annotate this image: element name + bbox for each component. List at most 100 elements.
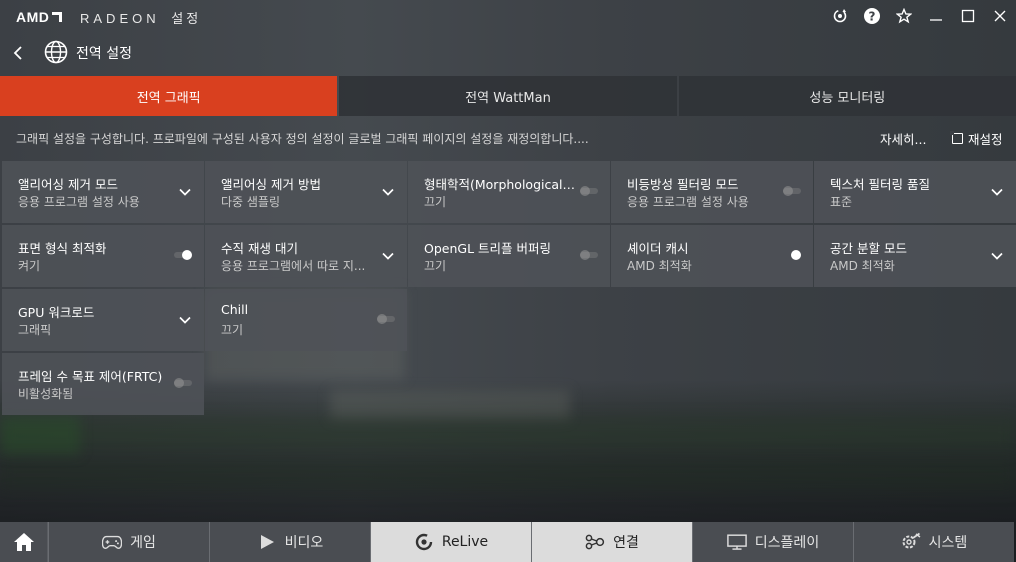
setting-label: 수직 재생 대기 <box>221 241 298 256</box>
toggle-switch[interactable] <box>174 378 192 388</box>
setting-value: 다중 샘플링 <box>221 195 281 209</box>
setting-label: 텍스처 필터링 품질 <box>830 177 930 192</box>
chevron-down-icon <box>991 188 1003 196</box>
setting-texture-filtering-quality[interactable]: 텍스처 필터링 품질 표준 <box>814 161 1016 223</box>
toggle-switch[interactable] <box>580 186 598 196</box>
nav-games[interactable]: 게임 <box>48 522 209 562</box>
gamepad-icon <box>102 533 123 551</box>
nav-label: 시스템 <box>928 535 968 551</box>
description-text: 그래픽 설정을 구성합니다. 프로파일에 구성된 사용자 정의 설정이 글로벌 … <box>16 132 589 146</box>
reset-icon <box>950 131 963 144</box>
reset-button[interactable]: 재설정 <box>950 129 1003 148</box>
page-header: 전역 설정 <box>0 36 1016 70</box>
chevron-left-icon <box>13 46 22 60</box>
home-icon <box>13 533 34 551</box>
minimize-icon[interactable] <box>920 0 952 32</box>
svg-text:?: ? <box>869 10 876 24</box>
setting-label: 비등방성 필터링 모드 <box>627 177 739 192</box>
toggle-switch[interactable] <box>580 250 598 260</box>
update-icon[interactable] <box>824 0 856 32</box>
setting-label: 표면 형식 최적화 <box>18 241 107 256</box>
setting-surface-format-optimization[interactable]: 표면 형식 최적화 켜기 <box>2 225 204 287</box>
setting-antialiasing-mode[interactable]: 앨리어싱 제거 모드 응용 프로그램 설정 사용 <box>2 161 204 223</box>
nav-relive[interactable]: ReLive <box>370 522 531 562</box>
maximize-icon[interactable] <box>952 0 984 32</box>
nav-label: 디스플레이 <box>754 535 820 551</box>
setting-value: AMD 최적화 <box>830 259 895 273</box>
setting-label: 셰이더 캐시 <box>627 241 689 256</box>
close-icon[interactable] <box>984 0 1016 32</box>
connect-icon <box>585 533 605 551</box>
setting-value: 비활성화됨 <box>18 387 74 401</box>
tab-global-graphics[interactable]: 전역 그래픽 <box>0 76 338 116</box>
relive-icon <box>414 533 434 551</box>
nav-connect[interactable]: 연결 <box>531 522 692 562</box>
setting-gpu-workload[interactable]: GPU 워크로드 그래픽 <box>2 289 204 351</box>
more-link[interactable]: 자세히... <box>880 129 926 148</box>
toggle-switch[interactable] <box>783 250 801 260</box>
setting-anisotropic-filtering-mode[interactable]: 비등방성 필터링 모드 응용 프로그램 설정 사용 <box>611 161 813 223</box>
setting-value: 그래픽 <box>18 323 52 337</box>
home-button[interactable] <box>0 522 48 562</box>
setting-value: 응용 프로그램 설정 사용 <box>627 195 749 209</box>
setting-value: 켜기 <box>18 259 41 273</box>
chevron-down-icon <box>179 316 191 324</box>
chevron-down-icon <box>382 188 394 196</box>
amd-logo: AMD <box>16 9 63 25</box>
setting-label: 형태학적(Morphological) ... <box>424 177 579 192</box>
tab-global-wattman[interactable]: 전역 WattMan <box>339 76 677 116</box>
setting-chill[interactable]: Chill 끄기 <box>205 289 407 351</box>
setting-value: 응용 프로그램 설정 사용 <box>18 195 140 209</box>
setting-frame-rate-target-control[interactable]: 프레임 수 목표 제어(FRTC) 비활성화됨 <box>2 353 204 415</box>
tab-performance-monitoring[interactable]: 성능 모니터링 <box>678 76 1016 116</box>
globe-icon <box>44 40 68 64</box>
product-name: RADEON <box>80 11 160 26</box>
nav-system[interactable]: 시스템 <box>853 522 1014 562</box>
setting-label: 프레임 수 목표 제어(FRTC) <box>18 369 163 384</box>
setting-value: 표준 <box>830 195 853 209</box>
help-icon[interactable]: ? <box>856 0 888 32</box>
app-title: RADEON 설정 <box>80 8 201 27</box>
setting-value: 응용 프로그램에서 따로 지... <box>221 259 366 273</box>
page-title: 전역 설정 <box>76 46 132 62</box>
description-row: 그래픽 설정을 구성합니다. 프로파일에 구성된 사용자 정의 설정이 글로벌 … <box>0 124 1016 152</box>
amd-arrow-icon <box>52 12 63 22</box>
toggle-switch[interactable] <box>377 314 395 324</box>
setting-value: 끄기 <box>424 195 447 209</box>
setting-morphological-filtering[interactable]: 형태학적(Morphological) ... 끄기 <box>408 161 610 223</box>
bottom-nav: 게임 비디오 ReLive 연결 디스플레이 시스템 <box>0 522 1016 562</box>
favorite-icon[interactable] <box>888 0 920 32</box>
play-icon <box>257 533 277 551</box>
setting-antialiasing-method[interactable]: 앨리어싱 제거 방법 다중 샘플링 <box>205 161 407 223</box>
brand-name: AMD <box>16 9 50 25</box>
nav-video[interactable]: 비디오 <box>209 522 370 562</box>
setting-vertical-refresh[interactable]: 수직 재생 대기 응용 프로그램에서 따로 지... <box>205 225 407 287</box>
chevron-down-icon <box>382 252 394 260</box>
nav-label: 게임 <box>130 535 156 551</box>
setting-label: OpenGL 트리플 버퍼링 <box>424 241 551 256</box>
nav-label: ReLive <box>441 534 489 550</box>
setting-label: Chill <box>221 302 249 317</box>
title-suffix: 설정 <box>171 11 202 26</box>
setting-shader-cache[interactable]: 셰이더 캐시 AMD 최적화 <box>611 225 813 287</box>
tab-bar: 전역 그래픽 전역 WattMan 성능 모니터링 <box>0 76 1016 116</box>
setting-label: GPU 워크로드 <box>18 305 95 320</box>
setting-label: 앨리어싱 제거 방법 <box>221 177 321 192</box>
setting-opengl-triple-buffering[interactable]: OpenGL 트리플 버퍼링 끄기 <box>408 225 610 287</box>
setting-value: AMD 최적화 <box>627 259 692 273</box>
setting-label: 앨리어싱 제거 모드 <box>18 177 118 192</box>
setting-label: 공간 분할 모드 <box>830 241 907 256</box>
nav-display[interactable]: 디스플레이 <box>692 522 853 562</box>
setting-tessellation-mode[interactable]: 공간 분할 모드 AMD 최적화 <box>814 225 1016 287</box>
setting-value: 끄기 <box>221 323 244 337</box>
toggle-switch[interactable] <box>174 250 192 260</box>
chevron-down-icon <box>991 252 1003 260</box>
reset-label: 재설정 <box>968 132 1003 147</box>
setting-value: 끄기 <box>424 259 447 273</box>
monitor-icon <box>726 533 747 551</box>
system-gear-icon <box>901 532 921 551</box>
nav-label: 연결 <box>613 535 639 551</box>
title-bar: AMD RADEON 설정 ? <box>0 0 1016 32</box>
back-button[interactable] <box>8 40 28 66</box>
toggle-switch[interactable] <box>783 186 801 196</box>
